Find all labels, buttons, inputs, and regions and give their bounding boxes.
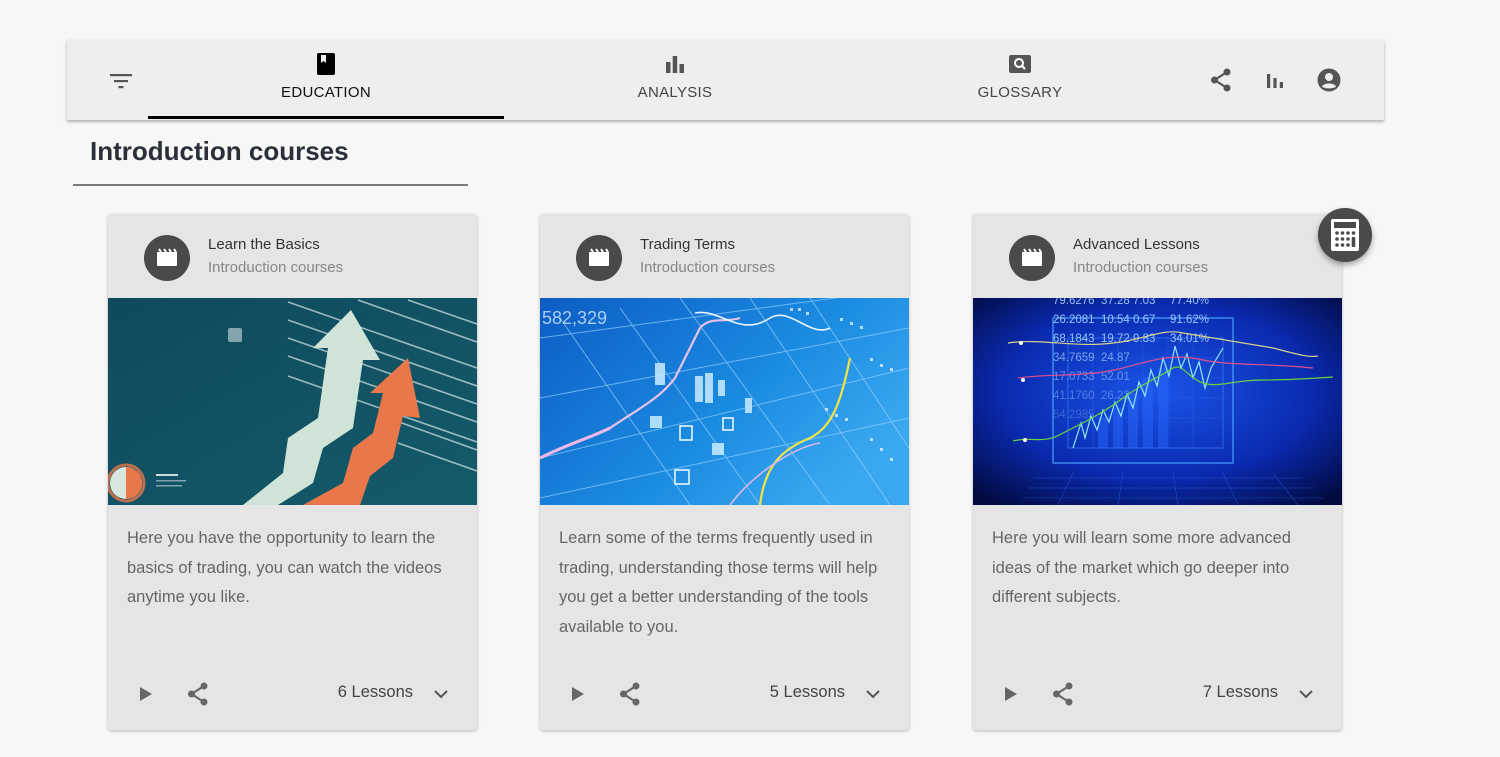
lesson-count: 6 Lessons xyxy=(337,683,413,701)
lesson-count: 5 Lessons xyxy=(769,683,845,701)
play-button[interactable] xyxy=(136,683,156,705)
card-description: Learn some of the terms frequently used … xyxy=(559,529,878,636)
tab-analysis-label: ANALYSIS xyxy=(637,84,713,101)
tab-education[interactable]: EDUCATION xyxy=(148,39,504,120)
calculator-button[interactable] xyxy=(1318,208,1372,262)
play-button[interactable] xyxy=(1001,683,1021,705)
share-button[interactable] xyxy=(1051,682,1075,706)
filter-list-icon xyxy=(110,74,132,89)
chevron-down-icon xyxy=(434,690,448,699)
screen-number: 26.2081 xyxy=(1053,314,1095,326)
card-avatar xyxy=(1009,235,1055,281)
tab-education-label: EDUCATION xyxy=(281,84,371,101)
play-button[interactable] xyxy=(568,683,588,705)
account-button[interactable] xyxy=(1316,67,1342,93)
card-description: Here you will learn some more advanced i… xyxy=(992,529,1291,606)
share-button[interactable] xyxy=(1208,67,1234,93)
card-subtitle: Introduction courses xyxy=(208,259,344,276)
bar-chart-icon xyxy=(666,56,684,73)
statistics-button[interactable] xyxy=(1262,67,1288,93)
card-avatar xyxy=(576,235,622,281)
expand-button[interactable] xyxy=(430,683,452,705)
chevron-down-icon xyxy=(866,690,880,699)
card-image-text: 582,329 xyxy=(542,308,607,328)
movie-clapper-icon xyxy=(1022,248,1042,266)
screen-number: 77.40% xyxy=(1170,298,1209,307)
card-subtitle: Introduction courses xyxy=(1073,259,1209,276)
card-subtitle: Introduction courses xyxy=(640,259,776,276)
card-image-rising-arrows xyxy=(108,298,477,505)
share-button[interactable] xyxy=(186,682,210,706)
card-title: Learn the Basics xyxy=(208,236,320,253)
account-circle-icon xyxy=(1317,68,1341,92)
section-title: Introduction courses xyxy=(90,136,349,166)
filter-button[interactable] xyxy=(107,67,135,95)
share-icon xyxy=(1053,682,1073,706)
share-icon xyxy=(620,682,640,706)
top-navigation-bar: EDUCATION ANALYSIS GLOSSARY xyxy=(67,39,1384,120)
course-card-learn-the-basics: Learn the Basics Introduction courses He… xyxy=(108,214,477,730)
card-actions: 7 Lessons xyxy=(973,674,1342,714)
play-icon xyxy=(572,687,584,701)
screen-number: 79.6276 xyxy=(1053,298,1095,307)
card-actions: 5 Lessons xyxy=(540,674,909,714)
calculator-icon xyxy=(1331,219,1359,251)
play-icon xyxy=(140,687,152,701)
screen-number: 17.0733 xyxy=(1053,371,1095,383)
course-card-advanced-lessons: Advanced Lessons Introduction courses 79… xyxy=(973,214,1342,730)
share-button[interactable] xyxy=(618,682,642,706)
card-description: Here you have the opportunity to learn t… xyxy=(127,529,442,606)
lesson-count: 7 Lessons xyxy=(1202,683,1278,701)
tab-glossary[interactable]: GLOSSARY xyxy=(846,39,1194,120)
search-box-icon xyxy=(1009,55,1031,73)
expand-button[interactable] xyxy=(862,683,884,705)
screen-number: 34.01% xyxy=(1170,333,1209,345)
card-title: Trading Terms xyxy=(640,236,736,253)
card-header: Learn the Basics Introduction courses xyxy=(108,214,477,298)
screen-number: 7.03 xyxy=(1133,298,1155,307)
card-header: Trading Terms Introduction courses xyxy=(540,214,909,298)
screen-number: 52.01 xyxy=(1101,371,1130,383)
bar-chart-icon xyxy=(1267,74,1283,88)
screen-number: 37.28 xyxy=(1101,298,1130,307)
screen-number: 34.7659 xyxy=(1053,352,1095,364)
expand-button[interactable] xyxy=(1295,683,1317,705)
screen-number: 91.62% xyxy=(1170,314,1209,326)
movie-clapper-icon xyxy=(589,248,609,266)
play-icon xyxy=(1005,687,1017,701)
course-card-trading-terms: Trading Terms Introduction courses 582,3… xyxy=(540,214,909,730)
movie-clapper-icon xyxy=(157,248,177,266)
screen-number: 24.87 xyxy=(1101,352,1130,364)
chevron-down-icon xyxy=(1299,690,1313,699)
share-icon xyxy=(188,682,208,706)
screen-number: 41.1760 xyxy=(1053,390,1095,402)
screen-number: 54.2985 xyxy=(1053,409,1095,421)
tab-analysis[interactable]: ANALYSIS xyxy=(504,39,846,120)
card-header: Advanced Lessons Introduction courses xyxy=(973,214,1342,298)
tab-glossary-label: GLOSSARY xyxy=(977,84,1063,101)
share-icon xyxy=(1211,68,1231,92)
screen-number: 10.54 xyxy=(1101,314,1130,326)
section-divider xyxy=(73,184,468,186)
card-avatar xyxy=(144,235,190,281)
card-actions: 6 Lessons xyxy=(108,674,477,714)
card-title: Advanced Lessons xyxy=(1073,236,1200,253)
card-image-market-data-screen: 79.6276 37.28 7.03 77.40% 26.2081 10.54 0.67 91… xyxy=(973,298,1342,505)
screen-number: 0.67 xyxy=(1133,314,1155,326)
card-image-candlestick-chart: 582,329 xyxy=(540,298,909,505)
book-icon xyxy=(317,53,335,75)
